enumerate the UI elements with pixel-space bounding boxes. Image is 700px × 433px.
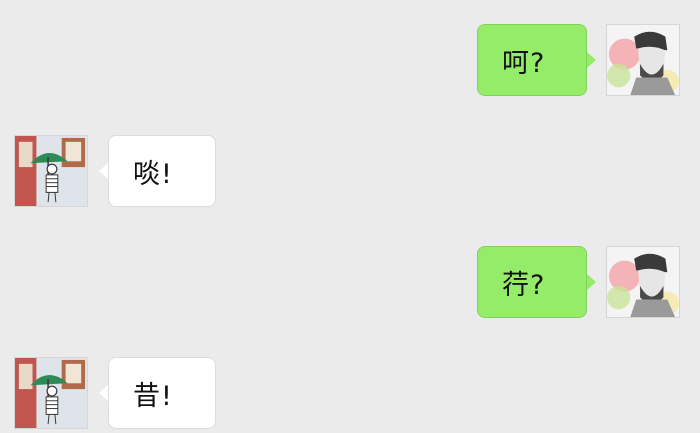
message-bubble-sent[interactable]: 呵? [477, 24, 587, 96]
message-row: 荇? [0, 246, 700, 320]
message-bubble-received[interactable]: 啖! [108, 135, 216, 207]
message-text: 昔! [133, 380, 173, 412]
message-bubble-sent[interactable]: 荇? [477, 246, 587, 318]
bubble-tail [587, 52, 596, 68]
message-text: 啖! [133, 158, 173, 190]
bubble-tail [99, 163, 108, 179]
message-bubble-received[interactable]: 昔! [108, 357, 216, 429]
bubble-tail [587, 274, 596, 290]
message-text: 呵? [502, 47, 546, 79]
avatar-girl-umbrella-icon[interactable] [14, 135, 88, 207]
avatar-man-icon[interactable] [606, 24, 680, 96]
message-row: 啖! [0, 135, 700, 209]
avatar-girl-umbrella-icon[interactable] [14, 357, 88, 429]
chat-view: 呵? 啖! 荇? 昔! [0, 0, 700, 433]
avatar-man-icon[interactable] [606, 246, 680, 318]
message-row: 呵? [0, 24, 700, 98]
bubble-tail [99, 385, 108, 401]
message-text: 荇? [502, 269, 546, 301]
message-row: 昔! [0, 357, 700, 431]
